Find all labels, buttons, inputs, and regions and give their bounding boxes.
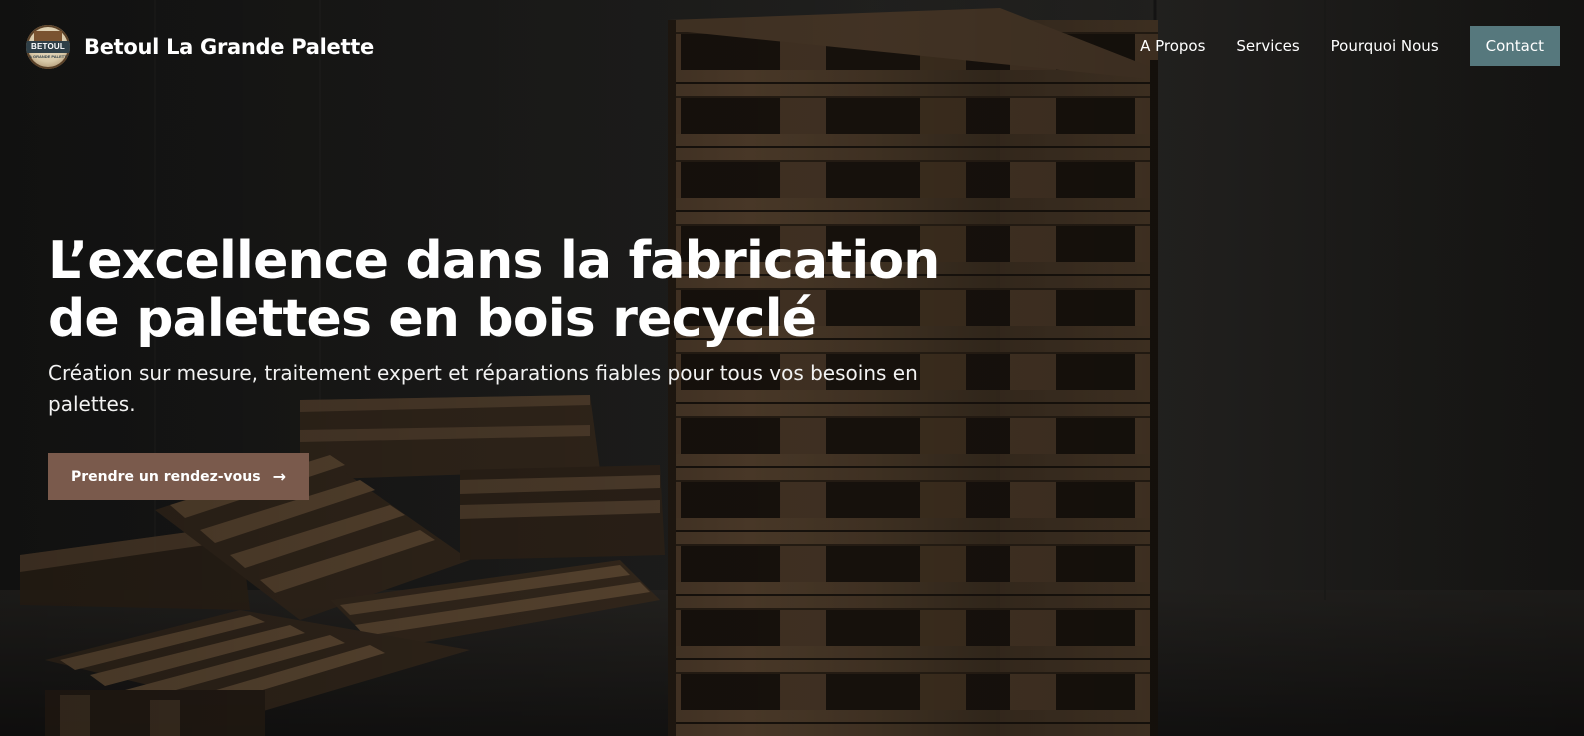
logo-pallet-graphic [34, 31, 62, 41]
main-nav: A Propos Services Pourquoi Nous Contact [1109, 26, 1560, 66]
brand-logo[interactable]: BETOUL LA GRANDE PALETTE [26, 25, 70, 69]
arrow-right-icon: → [272, 466, 287, 486]
nav-link-a-propos[interactable]: A Propos [1140, 37, 1205, 55]
brand-name[interactable]: Betoul La Grande Palette [84, 35, 374, 59]
logo-subtitle: LA GRANDE PALETTE [26, 54, 70, 59]
book-appointment-label: Prendre un rendez-vous [70, 468, 261, 485]
hero-title: L’excellence dans la fabrication de pale… [48, 231, 940, 349]
page: BETOUL LA GRANDE PALETTE Betoul La Grand… [0, 0, 1584, 736]
hero-subtitle: Création sur mesure, traitement expert e… [48, 361, 918, 416]
nav-link-pourquoi-nous[interactable]: Pourquoi Nous [1331, 37, 1439, 55]
logo-wordmark: BETOUL [26, 41, 70, 53]
brand[interactable]: BETOUL LA GRANDE PALETTE Betoul La Grand… [26, 25, 374, 69]
contact-button[interactable]: Contact [1469, 26, 1560, 66]
hero-section: L’excellence dans la fabrication de pale… [48, 232, 948, 500]
site-header: BETOUL LA GRANDE PALETTE Betoul La Grand… [0, 5, 1584, 87]
nav-link-services[interactable]: Services [1236, 37, 1299, 55]
book-appointment-button[interactable]: Prendre un rendez-vous → [48, 453, 309, 500]
